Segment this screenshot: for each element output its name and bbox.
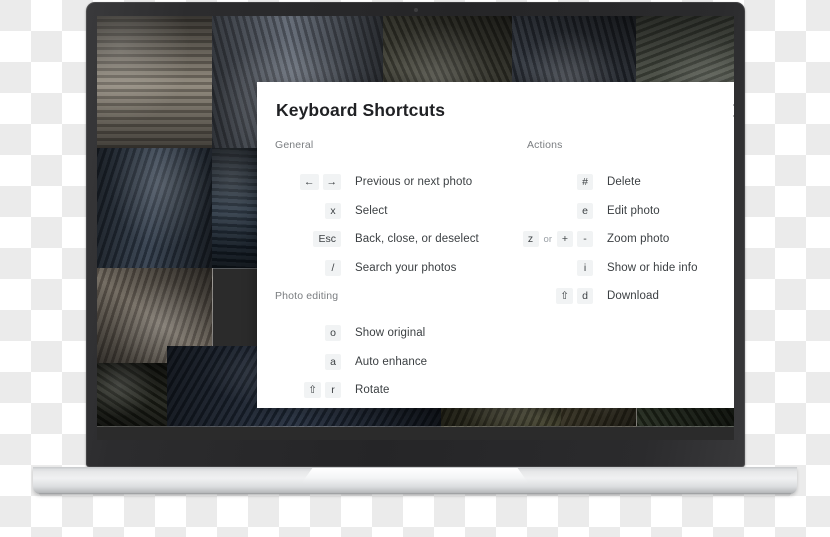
close-icon[interactable] — [728, 99, 734, 121]
shortcut-label: Back, close, or deselect — [355, 233, 479, 246]
shortcut-keys: ← → — [275, 174, 341, 191]
section-header-photo-editing: Photo editing — [275, 290, 339, 302]
shortcut-keys: e — [527, 202, 593, 219]
key-chip: + — [557, 231, 573, 248]
key-chip: i — [577, 259, 593, 276]
shortcut-label: Select — [355, 204, 388, 217]
shortcut-label: Previous or next photo — [355, 176, 473, 189]
key-chip: / — [325, 259, 341, 276]
shortcut-keys: # — [527, 174, 593, 191]
key-chip: → — [322, 174, 341, 191]
shortcuts-column-left: General ← → Previous or next photo x Select Es… — [275, 139, 520, 405]
key-chip: d — [577, 288, 593, 305]
shortcut-row: x Select — [275, 197, 520, 226]
shortcut-label: Show or hide info — [607, 261, 698, 274]
key-chip: z — [522, 231, 539, 248]
key-chip: - — [577, 231, 593, 248]
shortcut-keys: o — [275, 325, 341, 342]
shortcut-label: Rotate — [355, 384, 390, 397]
shortcut-label: Download — [607, 290, 659, 303]
shortcut-keys: z or + - — [522, 231, 593, 248]
shortcut-row: ⇧ r Rotate — [275, 376, 520, 405]
shortcuts-column-right: Actions # Delete e Edit photo z or + - Zoom photo… — [522, 139, 734, 311]
key-chip: x — [325, 202, 341, 219]
laptop-base — [33, 467, 797, 497]
shortcut-row: i Show or hide info — [527, 254, 734, 283]
shortcut-row: # Delete — [527, 168, 734, 197]
key-chip: a — [325, 353, 341, 370]
laptop-screen: Keyboard Shortcuts General ← → Previous or … — [97, 16, 734, 440]
page-title: Keyboard Shortcuts — [276, 100, 446, 120]
shortcut-keys: Esc — [275, 231, 341, 248]
shortcut-label: Edit photo — [607, 204, 660, 217]
photo-thumbnail[interactable] — [97, 16, 213, 149]
shortcut-keys: ⇧ d — [527, 288, 593, 305]
key-chip: r — [325, 382, 341, 399]
shortcut-label: Zoom photo — [607, 233, 670, 246]
shortcut-row: ← → Previous or next photo — [275, 168, 520, 197]
shortcut-label: Auto enhance — [355, 355, 428, 368]
webcam-dot-icon — [413, 8, 418, 12]
key-chip: e — [577, 202, 593, 219]
key-chip: ⇧ — [304, 382, 321, 399]
shortcut-row: a Auto enhance — [275, 348, 520, 377]
key-chip: # — [577, 174, 593, 191]
shortcut-row: e Edit photo — [527, 197, 734, 226]
photo-thumbnail[interactable] — [97, 148, 213, 269]
shortcut-label: Search your photos — [355, 261, 457, 274]
shortcut-keys: / — [275, 259, 341, 276]
shortcut-row: o Show original — [275, 319, 520, 348]
shortcut-keys: ⇧ r — [275, 382, 341, 399]
shortcut-keys: a — [275, 353, 341, 370]
key-chip: o — [325, 325, 341, 342]
section-header-actions: Actions — [527, 139, 563, 151]
key-chip: Esc — [313, 231, 341, 248]
photo-thumbnail[interactable] — [97, 363, 168, 427]
shortcut-label: Show original — [355, 327, 426, 340]
shortcut-keys: x — [275, 202, 341, 219]
shortcut-row: / Search your photos — [275, 254, 520, 283]
shortcut-row: Esc Back, close, or deselect — [275, 225, 520, 254]
key-separator: or — [543, 233, 552, 245]
laptop-base-foot — [39, 493, 791, 497]
laptop-base-notch — [301, 468, 529, 484]
key-chip: ⇧ — [556, 288, 573, 305]
shortcut-row: z or + - Zoom photo — [522, 225, 734, 254]
key-chip: ← — [300, 174, 319, 191]
shortcut-row: ⇧ d Download — [527, 282, 734, 311]
section-header-general: General — [275, 139, 314, 151]
laptop-device: Keyboard Shortcuts General ← → Previous or … — [0, 0, 830, 537]
shortcut-keys: i — [527, 259, 593, 276]
shortcut-label: Delete — [607, 176, 641, 189]
keyboard-shortcuts-dialog: Keyboard Shortcuts General ← → Previous or … — [257, 82, 734, 408]
laptop-lid: Keyboard Shortcuts General ← → Previous or … — [86, 2, 745, 467]
